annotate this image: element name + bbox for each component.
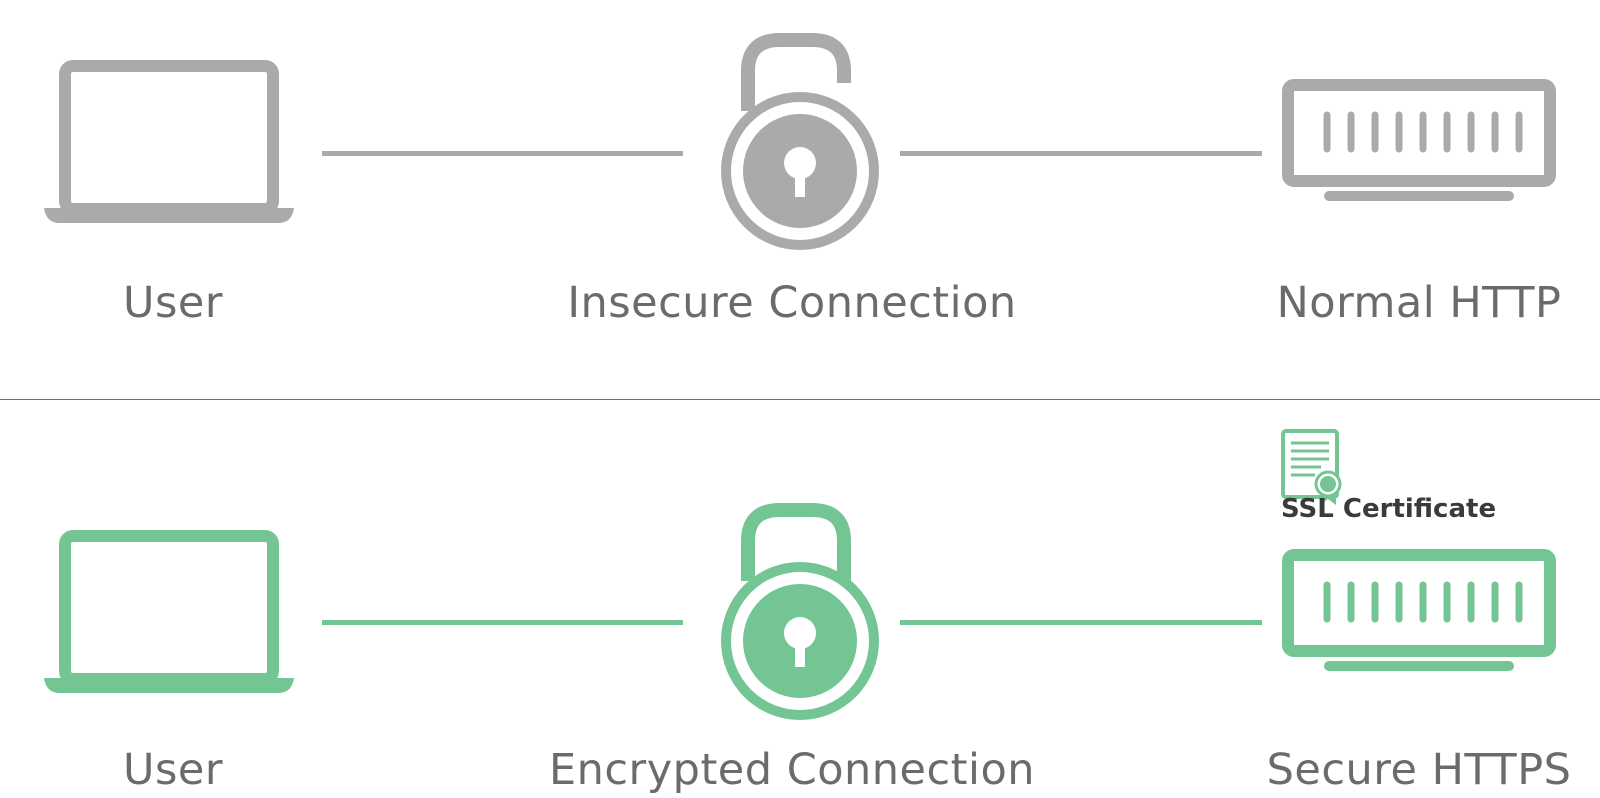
server-icon [1282,79,1556,201]
user-label: User [122,745,224,795]
connection-line-right [900,151,1262,156]
server-label: Secure HTTPS [1266,745,1572,795]
server-label: Normal HTTP [1276,278,1562,328]
connection-line-right [900,620,1262,625]
connection-label: Encrypted Connection [548,745,1036,795]
insecure-row: User Insecure Connection Normal HTTP [0,0,1600,400]
secure-row: SSL Certificate User Encrypted Connectio… [0,400,1600,798]
locked-padlock-icon [721,503,879,720]
connection-line-left [322,620,683,625]
laptop-icon [44,60,294,223]
certificate-label: SSL Certificate [1281,494,1497,524]
connection-line-left [322,151,683,156]
unlocked-padlock-icon [721,33,879,250]
connection-label: Insecure Connection [567,278,1017,328]
server-icon [1282,549,1556,671]
user-label: User [122,278,224,328]
laptop-icon [44,530,294,693]
